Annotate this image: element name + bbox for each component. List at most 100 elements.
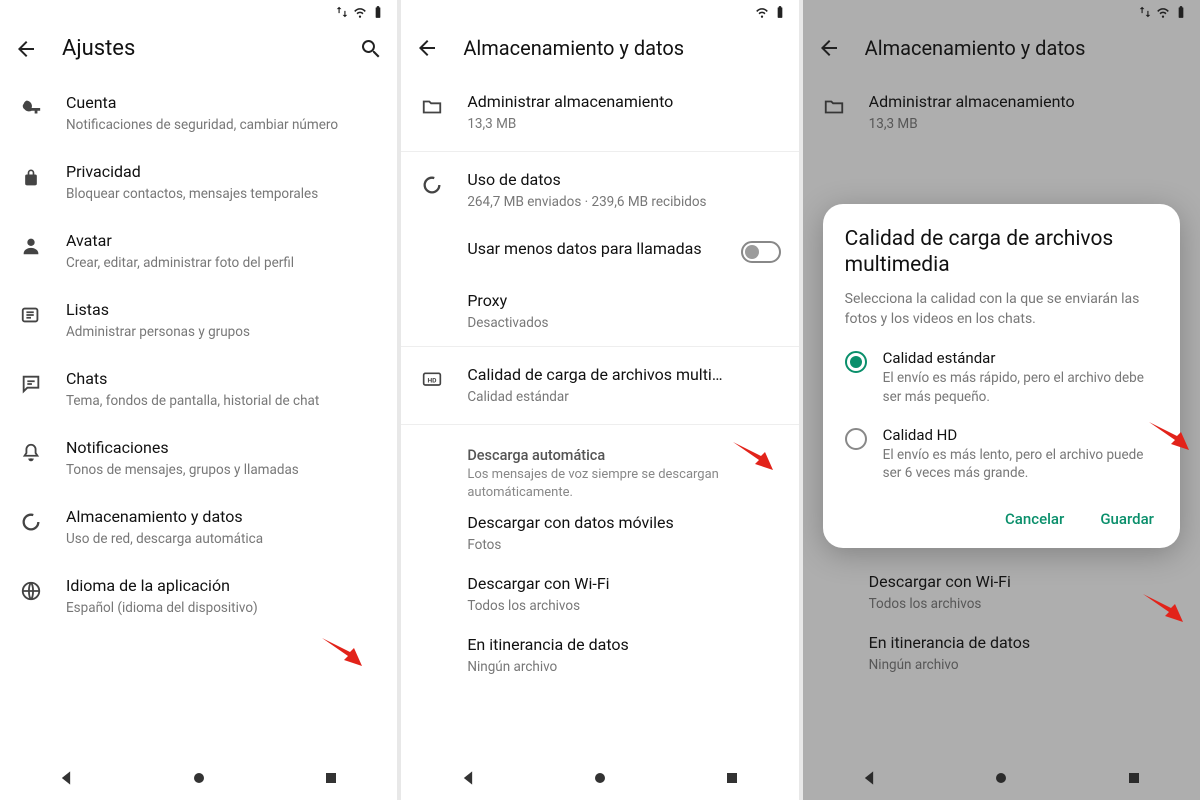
item-sub: Administrar personas y grupos [66, 323, 379, 341]
item-label: Administrar almacenamiento [467, 92, 780, 113]
item-dl-mobile[interactable]: Descargar con datos móviles Fotos [401, 503, 798, 564]
item-sub: Notificaciones de seguridad, cambiar núm… [66, 116, 379, 134]
nav-recent-icon[interactable] [321, 768, 341, 788]
screen-storage: Almacenamiento y datos Administrar almac… [401, 0, 798, 800]
battery-icon [773, 5, 787, 19]
option-sub: El envío es más rápido, pero el archivo … [883, 369, 1158, 405]
settings-item-account[interactable]: Cuenta Notificaciones de seguridad, cambi… [0, 79, 397, 148]
status-bar [0, 0, 397, 24]
item-upload-quality[interactable]: HD Calidad de carga de archivos multi…Ca… [401, 351, 798, 420]
app-bar: Ajustes [0, 24, 397, 71]
item-dl-wifi[interactable]: Descargar con Wi-FiTodos los archivos [401, 564, 798, 625]
item-label: Listas [66, 300, 379, 321]
item-less-data-calls[interactable]: Usar menos datos para llamadas [401, 225, 798, 281]
item-sub: 264,7 MB enviados · 239,6 MB recibidos [467, 193, 780, 211]
nav-home-icon[interactable] [189, 768, 209, 788]
nav-back-icon[interactable] [458, 768, 478, 788]
item-label: Notificaciones [66, 438, 379, 459]
item-sub: Fotos [467, 536, 780, 554]
toggle-less-data[interactable] [741, 241, 781, 263]
item-label: Avatar [66, 231, 379, 252]
avatar-icon [18, 233, 44, 259]
save-button[interactable]: Guardar [1096, 504, 1158, 534]
radio-checked-icon[interactable] [845, 351, 867, 373]
item-label: Descargar con Wi-Fi [467, 574, 780, 595]
cancel-button[interactable]: Cancelar [1001, 504, 1068, 534]
option-label: Calidad estándar [883, 349, 1158, 367]
divider [401, 151, 798, 152]
option-label: Calidad HD [883, 426, 1158, 444]
settings-item-storage[interactable]: Almacenamiento y datos Uso de red, descar… [0, 493, 397, 562]
item-label: Chats [66, 369, 379, 390]
item-label: Calidad de carga de archivos multi… [467, 365, 780, 386]
status-bar [401, 0, 798, 24]
nav-recent-icon[interactable] [722, 768, 742, 788]
item-label: Almacenamiento y datos [66, 507, 379, 528]
nav-home-icon[interactable] [590, 768, 610, 788]
battery-icon [371, 5, 385, 19]
dialog-title: Calidad de carga de archivos multimedia [845, 226, 1158, 279]
divider [401, 424, 798, 425]
section-title: Descarga automática [467, 447, 780, 464]
item-manage-storage[interactable]: Administrar almacenamiento 13,3 MB [401, 78, 798, 147]
item-label: Usar menos datos para llamadas [467, 239, 718, 260]
item-label: Proxy [467, 291, 780, 312]
divider [401, 346, 798, 347]
item-label: Descargar con datos móviles [467, 513, 780, 534]
dialog-scrim[interactable]: Calidad de carga de archivos multimedia … [803, 0, 1200, 800]
item-label: En itinerancia de datos [467, 635, 780, 656]
storage-list: Administrar almacenamiento 13,3 MB Uso de… [401, 70, 798, 756]
back-button[interactable] [415, 36, 439, 60]
data-usage-icon [18, 509, 44, 535]
settings-item-language[interactable]: Idioma de la aplicación Español (idioma d… [0, 562, 397, 631]
swap-icon [335, 5, 349, 19]
wifi-icon [755, 5, 769, 19]
dialog-description: Selecciona la calidad con la que se envi… [845, 290, 1158, 329]
item-sub: Bloquear contactos, mensajes temporales [66, 185, 379, 203]
settings-item-avatar[interactable]: AvatarCrear, editar, administrar foto de… [0, 217, 397, 286]
radio-unchecked-icon[interactable] [845, 428, 867, 450]
item-proxy[interactable]: Proxy Desactivados [401, 281, 798, 342]
search-button[interactable] [359, 37, 383, 61]
globe-icon [18, 578, 44, 604]
item-label: Uso de datos [467, 170, 780, 191]
item-sub: Desactivados [467, 314, 780, 332]
android-nav-bar [0, 756, 397, 800]
app-bar: Almacenamiento y datos [401, 24, 798, 70]
back-button[interactable] [14, 37, 38, 61]
hd-icon: HD [419, 367, 445, 393]
settings-item-lists[interactable]: Listas Administrar personas y grupos [0, 286, 397, 355]
settings-item-chats[interactable]: ChatsTema, fondos de pantalla, historial… [0, 355, 397, 424]
item-label: Cuenta [66, 93, 379, 114]
page-title: Almacenamiento y datos [463, 36, 784, 60]
option-sub: El envío es más lento, pero el archivo p… [883, 446, 1158, 482]
screen-settings: Ajustes Cuenta Notificaciones de segurida… [0, 0, 397, 800]
android-nav-bar [401, 756, 798, 800]
option-hd-quality[interactable]: Calidad HD El envío es más lento, pero e… [845, 426, 1158, 482]
item-sub: 13,3 MB [467, 115, 780, 133]
dialog-actions: Cancelar Guardar [845, 504, 1158, 534]
lock-icon [18, 164, 44, 190]
section-auto-download: Descarga automática Los mensajes de voz … [401, 429, 798, 503]
settings-item-privacy[interactable]: Privacidad Bloquear contactos, mensajes t… [0, 148, 397, 217]
item-data-usage[interactable]: Uso de datos 264,7 MB enviados · 239,6 MB… [401, 156, 798, 225]
key-icon [18, 95, 44, 121]
item-sub: Ningún archivo [467, 658, 780, 676]
settings-list: Cuenta Notificaciones de seguridad, cambi… [0, 71, 397, 756]
bell-icon [18, 440, 44, 466]
item-sub: Español (idioma del dispositivo) [66, 599, 379, 617]
item-sub: Uso de red, descarga automática [66, 530, 379, 548]
option-standard-quality[interactable]: Calidad estándar El envío es más rápido,… [845, 349, 1158, 405]
item-label: Idioma de la aplicación [66, 576, 379, 597]
settings-item-notifications[interactable]: Notificaciones Tonos de mensajes, grupos … [0, 424, 397, 493]
item-dl-roaming[interactable]: En itinerancia de datos Ningún archivo [401, 625, 798, 686]
item-label: Privacidad [66, 162, 379, 183]
upload-quality-dialog: Calidad de carga de archivos multimedia … [823, 204, 1180, 549]
wifi-icon [353, 5, 367, 19]
data-usage-icon [419, 172, 445, 198]
screen-storage-dialog: Almacenamiento y datos Administrar almac… [803, 0, 1200, 800]
nav-back-icon[interactable] [56, 768, 76, 788]
item-sub: Tonos de mensajes, grupos y llamadas [66, 461, 379, 479]
chat-icon [18, 371, 44, 397]
section-sub: Los mensajes de voz siempre se descargan… [467, 466, 780, 501]
